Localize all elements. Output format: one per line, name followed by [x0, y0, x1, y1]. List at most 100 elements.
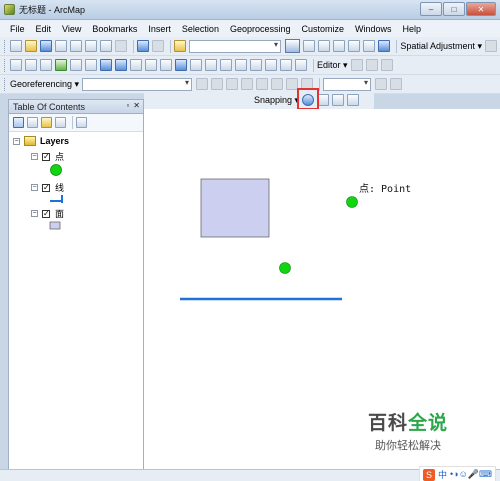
menu-insert[interactable]: Insert — [148, 24, 171, 34]
visibility-checkbox[interactable]: ✓ — [42, 183, 50, 192]
collapse-icon[interactable]: − — [13, 137, 20, 145]
search-window-icon[interactable] — [333, 40, 346, 52]
menu-edit[interactable]: Edit — [36, 24, 52, 34]
collapse-icon[interactable]: − — [31, 210, 38, 217]
editor-menu[interactable]: Editor ▾ — [317, 60, 348, 71]
list-by-source-icon[interactable] — [27, 117, 38, 128]
menu-selection[interactable]: Selection — [182, 24, 219, 34]
menu-bookmarks[interactable]: Bookmarks — [92, 24, 137, 34]
catalog-icon[interactable] — [318, 40, 331, 52]
layer-row-point[interactable]: − ✓ 点 — [31, 150, 64, 163]
new-document-icon[interactable] — [9, 40, 22, 52]
go-to-xy-icon[interactable] — [265, 59, 277, 71]
python-window-icon[interactable] — [363, 40, 376, 52]
hyperlink-icon[interactable] — [235, 59, 247, 71]
collapse-icon[interactable]: − — [31, 184, 38, 191]
point-feature[interactable] — [279, 262, 291, 274]
clear-selection-icon[interactable] — [145, 59, 157, 71]
menu-help[interactable]: Help — [403, 24, 422, 34]
line-symbol-icon[interactable] — [49, 194, 65, 204]
rotate-icon[interactable] — [196, 78, 209, 90]
vertex-snapping-icon[interactable] — [332, 94, 345, 106]
visibility-checkbox[interactable]: ✓ — [42, 152, 50, 161]
options-icon[interactable] — [76, 117, 87, 128]
identify-icon[interactable] — [175, 59, 187, 71]
menu-view[interactable]: View — [62, 24, 81, 34]
list-by-drawing-order-icon[interactable] — [13, 117, 24, 128]
edge-snapping-icon[interactable] — [347, 94, 360, 106]
toolbar-grip[interactable] — [4, 39, 7, 53]
toolbar-grip[interactable] — [4, 77, 7, 91]
create-viewer-icon[interactable] — [295, 59, 307, 71]
find-icon[interactable] — [190, 59, 202, 71]
edit-tool-icon[interactable] — [350, 59, 363, 71]
layer-row-polygon[interactable]: − ✓ 面 — [31, 207, 64, 220]
full-extent-icon[interactable] — [55, 59, 67, 71]
find-route-icon[interactable] — [205, 59, 217, 71]
control-points-icon[interactable] — [256, 78, 269, 90]
close-button[interactable]: ✕ — [466, 2, 496, 16]
georeferencing-menu[interactable]: Georeferencing ▾ — [10, 79, 79, 90]
layer-combo[interactable] — [82, 77, 193, 91]
pan-icon[interactable] — [40, 59, 52, 71]
open-folder-icon[interactable] — [24, 40, 37, 52]
visibility-checkbox[interactable]: ✓ — [42, 209, 50, 218]
menu-customize[interactable]: Customize — [302, 24, 345, 34]
scale-icon[interactable] — [226, 78, 239, 90]
map-scale-combo[interactable] — [188, 39, 282, 53]
sogou-icon[interactable]: S — [423, 468, 435, 481]
html-popup-icon[interactable] — [250, 59, 262, 71]
toolbar-grip[interactable] — [4, 58, 7, 72]
maximize-button[interactable]: □ — [443, 2, 465, 16]
list-by-visibility-icon[interactable] — [41, 117, 52, 128]
ime-extra-icons[interactable]: •◑☺🎤⌨ — [450, 469, 492, 480]
zoom-in-icon[interactable] — [10, 59, 22, 71]
view-link-table-icon[interactable] — [271, 78, 284, 90]
delete-icon[interactable] — [114, 40, 127, 52]
cut-icon[interactable] — [69, 40, 82, 52]
split-tool-icon[interactable] — [380, 59, 393, 71]
undo-icon[interactable] — [136, 40, 149, 52]
editor-toolbar-icon[interactable] — [285, 39, 301, 53]
select-elements-icon[interactable] — [160, 59, 172, 71]
copy-icon[interactable] — [84, 40, 97, 52]
polygon-symbol-icon[interactable] — [49, 221, 63, 231]
zoom-out-icon[interactable] — [25, 59, 37, 71]
point-symbol-icon[interactable] — [49, 163, 63, 177]
arctoolbox-icon[interactable] — [348, 40, 361, 52]
polygon-feature[interactable] — [200, 178, 270, 238]
ime-toolbar[interactable]: S 中 •◑☺🎤⌨ — [419, 466, 496, 481]
menu-windows[interactable]: Windows — [355, 24, 392, 34]
menu-file[interactable]: File — [10, 24, 25, 34]
extra-tool-icon[interactable] — [375, 78, 388, 90]
forward-extent-icon[interactable] — [115, 59, 127, 71]
fixed-zoom-in-icon[interactable] — [70, 59, 82, 71]
spatial-adjustment-menu[interactable]: Spatial Adjustment ▾ — [400, 41, 482, 52]
snapping-menu[interactable]: Snapping ▾ — [254, 95, 299, 106]
ime-mode-label[interactable]: 中 — [438, 468, 447, 481]
extra-tool-icon[interactable] — [390, 78, 403, 90]
tree-root[interactable]: − Layers — [13, 136, 69, 146]
value-combo[interactable] — [323, 77, 372, 91]
close-icon[interactable]: ✕ — [133, 101, 140, 110]
layer-row-line[interactable]: − ✓ 线 — [31, 181, 64, 194]
collapse-icon[interactable]: − — [31, 153, 38, 160]
shift-icon[interactable] — [211, 78, 224, 90]
add-data-icon[interactable] — [173, 40, 186, 52]
fixed-zoom-out-icon[interactable] — [85, 59, 97, 71]
print-icon[interactable] — [54, 40, 67, 52]
select-features-icon[interactable] — [130, 59, 142, 71]
redo-icon[interactable] — [151, 40, 164, 52]
list-by-selection-icon[interactable] — [55, 117, 66, 128]
point-feature[interactable] — [346, 196, 358, 208]
time-slider-icon[interactable] — [280, 59, 292, 71]
adjust-tool-icon[interactable] — [484, 40, 497, 52]
model-builder-icon[interactable] — [378, 40, 391, 52]
table-of-contents-icon[interactable] — [303, 40, 316, 52]
paste-icon[interactable] — [99, 40, 112, 52]
add-control-points-icon[interactable] — [241, 78, 254, 90]
save-icon[interactable] — [39, 40, 52, 52]
sketch-tool-icon[interactable] — [365, 59, 378, 71]
back-extent-icon[interactable] — [100, 59, 112, 71]
auto-hide-icon[interactable]: ▫ — [126, 101, 129, 110]
